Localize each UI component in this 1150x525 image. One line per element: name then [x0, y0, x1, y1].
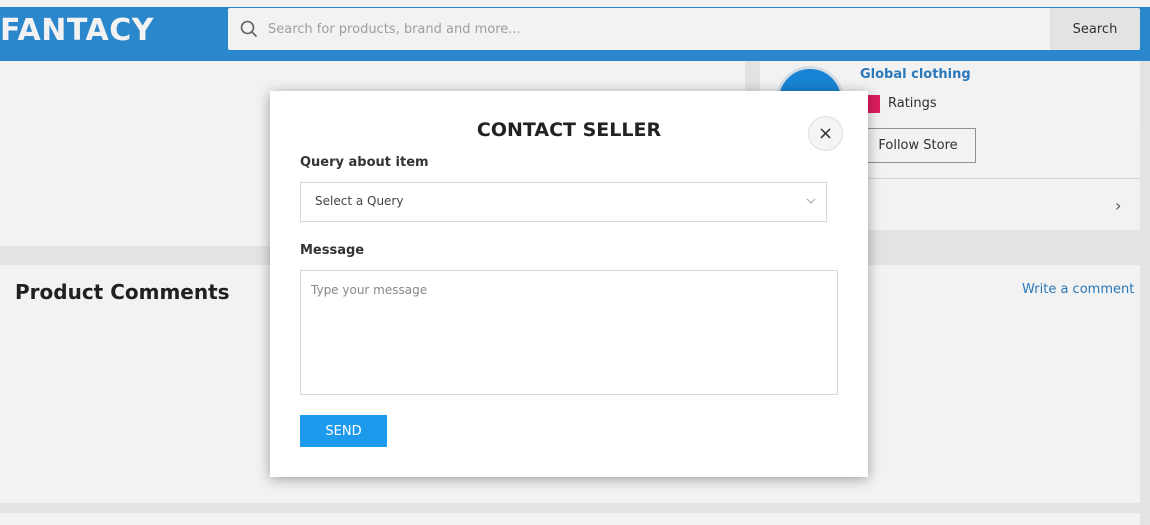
modal-title: CONTACT SELLER [476, 119, 662, 141]
contact-seller-modal: CONTACT SELLER × Query about item Select… [270, 91, 868, 477]
chevron-down-icon [806, 195, 816, 208]
close-icon[interactable]: × [808, 116, 843, 151]
query-select-value: Select a Query [315, 194, 404, 208]
send-button[interactable]: SEND [300, 415, 387, 447]
query-label: Query about item [300, 155, 429, 170]
message-textarea[interactable] [300, 270, 838, 395]
message-label: Message [300, 243, 365, 258]
query-select[interactable]: Select a Query [300, 182, 827, 222]
